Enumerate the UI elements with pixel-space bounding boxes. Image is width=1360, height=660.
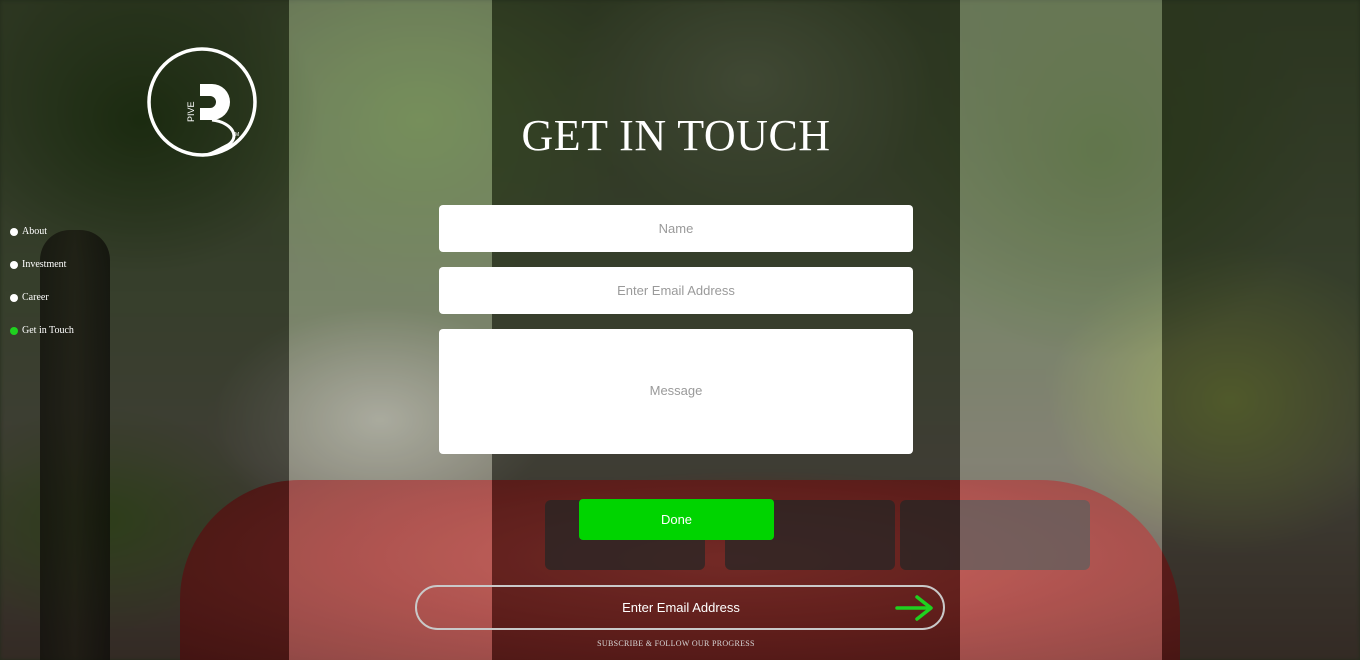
nav-item-label: About [22, 226, 47, 237]
nav-dot-icon [10, 294, 18, 302]
message-field[interactable] [439, 329, 913, 454]
nav-item-investment[interactable]: Investment [10, 257, 74, 290]
overlay-band [960, 0, 1162, 660]
subscribe-caption: SUBSCRIBE & FOLLOW OUR PROGRESS [597, 639, 755, 648]
nav-item-label: Get in Touch [22, 325, 74, 336]
nav-item-get-in-touch[interactable]: Get in Touch [10, 323, 74, 356]
nav-item-about[interactable]: About [10, 224, 74, 257]
page-title: GET IN TOUCH [521, 111, 831, 160]
nav-item-label: Investment [22, 259, 67, 270]
done-button[interactable]: Done [579, 499, 774, 540]
nav-dot-active-icon [10, 327, 18, 335]
trademark-mark: TM [232, 132, 239, 138]
name-field[interactable] [439, 205, 913, 252]
nav-dot-icon [10, 261, 18, 269]
subscribe-form [415, 585, 945, 630]
nav-dot-icon [10, 228, 18, 236]
nav-item-label: Career [22, 292, 49, 303]
side-nav: About Investment Career Get in Touch [10, 224, 74, 356]
brand-logo[interactable]: PIVE TM [146, 46, 258, 158]
nav-item-career[interactable]: Career [10, 290, 74, 323]
arrow-right-icon[interactable] [895, 595, 937, 621]
email-field[interactable] [439, 267, 913, 314]
subscribe-email-input[interactable] [417, 587, 877, 628]
logo-wordmark: PIVE [186, 101, 196, 122]
contact-page: PIVE TM About Investment Career Get in T… [0, 0, 1360, 660]
overlay-band [1162, 0, 1360, 660]
